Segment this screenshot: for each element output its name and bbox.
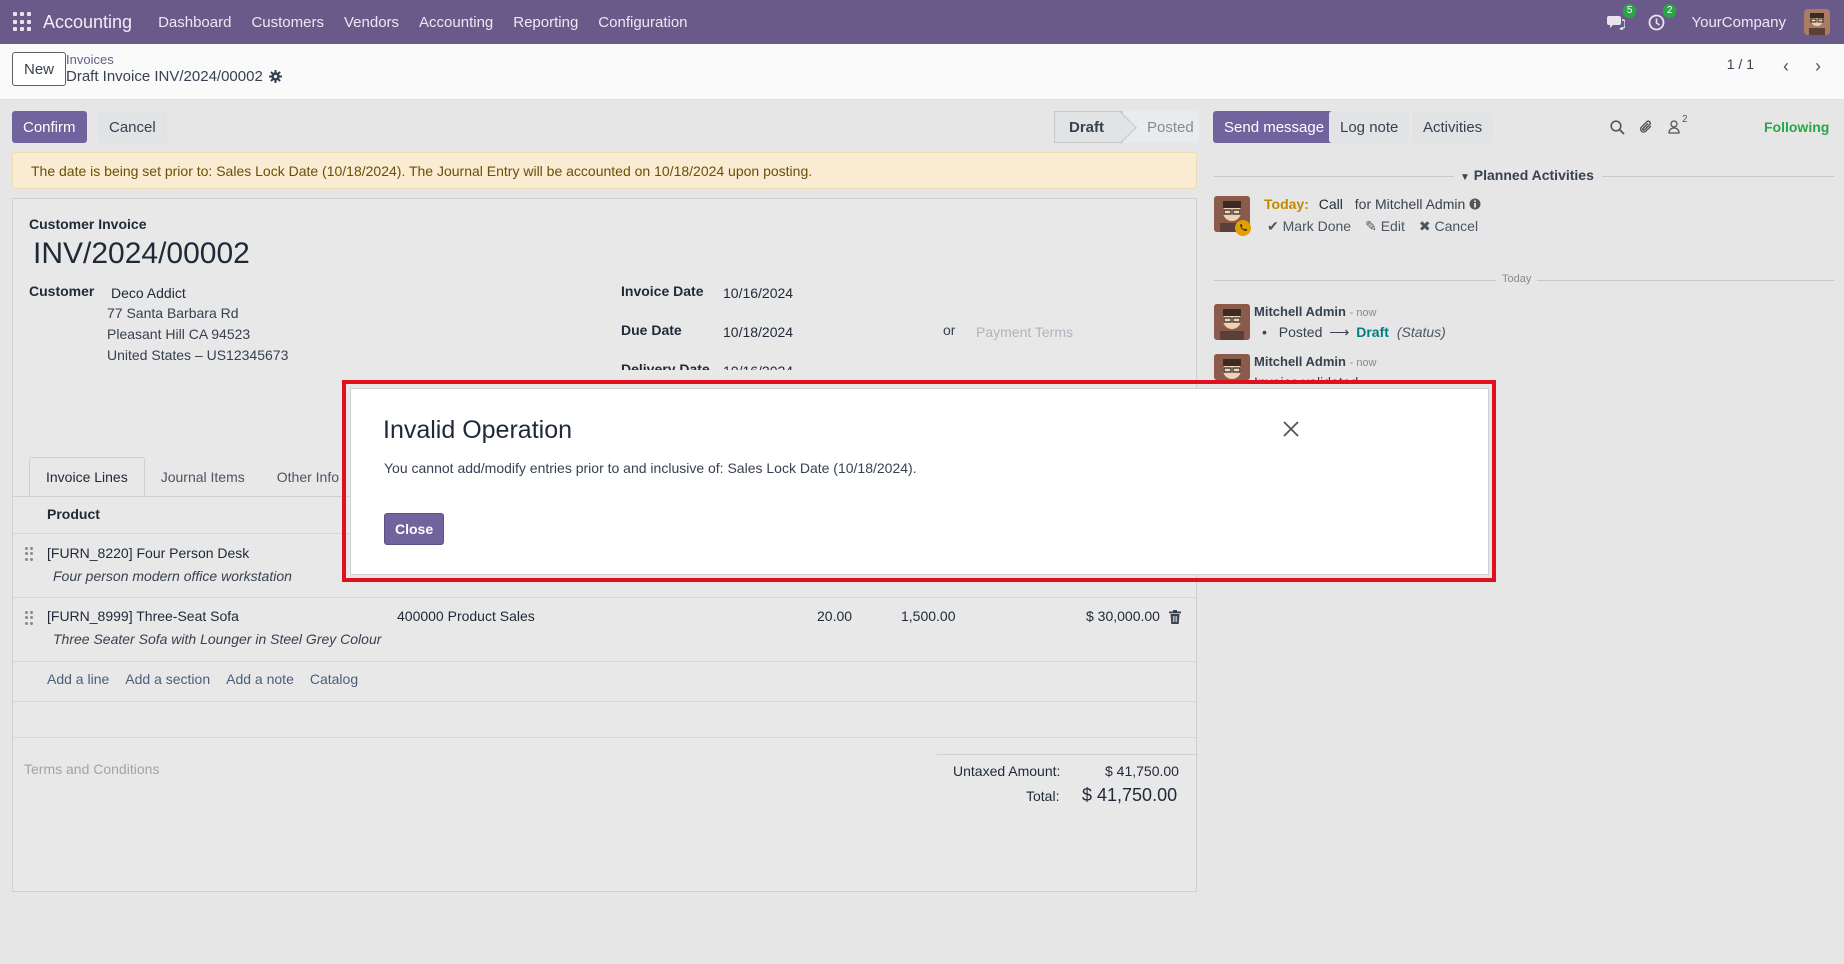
dialog-message: You cannot add/modify entries prior to a… <box>384 460 917 476</box>
error-dialog: Invalid Operation You cannot add/modify … <box>350 388 1489 575</box>
close-icon[interactable] <box>1281 419 1301 439</box>
close-button[interactable]: Close <box>384 513 445 545</box>
dialog-title: Invalid Operation <box>383 416 573 444</box>
